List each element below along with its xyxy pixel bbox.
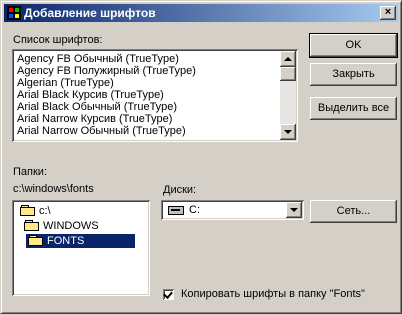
drives-selected-value: C: xyxy=(189,204,200,216)
close-icon[interactable]: × xyxy=(380,6,396,20)
scroll-up-button[interactable] xyxy=(280,51,296,67)
folders-label: Папки: xyxy=(13,166,47,178)
folder-open-icon xyxy=(20,204,36,216)
copy-fonts-label[interactable]: Копировать шрифты в папку "Fonts" xyxy=(181,288,365,301)
chevron-down-icon xyxy=(290,208,298,212)
arrow-down-icon xyxy=(284,130,292,134)
hard-drive-icon xyxy=(168,206,184,215)
add-fonts-dialog: Добавление шрифтов × Список шрифтов: Age… xyxy=(0,0,402,314)
font-item-0[interactable]: Agency FB Обычный (TrueType) xyxy=(17,53,179,65)
fonts-app-icon xyxy=(7,6,21,20)
font-item-4[interactable]: Arial Black Обычный (TrueType) xyxy=(17,101,177,113)
fonts-list-scrollbar[interactable] xyxy=(280,51,296,140)
font-item-1[interactable]: Agency FB Полужирный (TrueType) xyxy=(17,65,196,77)
folder-open-icon xyxy=(28,234,44,246)
fonts-list-label: Список шрифтов: xyxy=(13,34,103,46)
copy-fonts-checkbox[interactable] xyxy=(163,289,174,300)
font-item-6[interactable]: Arial Narrow Обычный (TrueType) xyxy=(17,125,186,137)
title-bar[interactable]: Добавление шрифтов × xyxy=(4,4,398,22)
tree-item-root[interactable]: c:\ xyxy=(18,204,53,218)
current-path: c:\windows\fonts xyxy=(13,183,94,195)
select-all-button[interactable]: Выделить все xyxy=(310,97,397,120)
fonts-listbox[interactable]: Agency FB Обычный (TrueType) Agency FB П… xyxy=(12,49,298,142)
tree-item-fonts[interactable]: FONTS xyxy=(26,234,135,248)
drives-combobox[interactable]: C: xyxy=(161,200,304,220)
font-item-5[interactable]: Arial Narrow Курсив (TrueType) xyxy=(17,113,172,125)
font-item-2[interactable]: Algerian (TrueType) xyxy=(17,77,114,89)
drives-label: Диски: xyxy=(163,184,197,196)
window-title: Добавление шрифтов xyxy=(24,6,156,20)
tree-item-windows[interactable]: WINDOWS xyxy=(22,219,101,233)
arrow-up-icon xyxy=(284,57,292,61)
scroll-down-button[interactable] xyxy=(280,124,296,140)
tree-item-windows-label: WINDOWS xyxy=(43,220,99,232)
folders-tree[interactable]: c:\ WINDOWS FONTS xyxy=(12,200,150,296)
font-item-3[interactable]: Arial Black Курсив (TrueType) xyxy=(17,89,164,101)
ok-button[interactable]: OK xyxy=(310,34,397,57)
tree-item-root-label: c:\ xyxy=(39,205,51,217)
checkmark-icon xyxy=(163,289,173,299)
network-button[interactable]: Сеть... xyxy=(310,200,397,223)
folder-open-icon xyxy=(24,219,40,231)
tree-item-fonts-label: FONTS xyxy=(47,235,85,247)
drives-dropdown-button[interactable] xyxy=(286,202,302,218)
scroll-thumb[interactable] xyxy=(280,67,296,81)
close-button[interactable]: Закрыть xyxy=(310,63,397,86)
